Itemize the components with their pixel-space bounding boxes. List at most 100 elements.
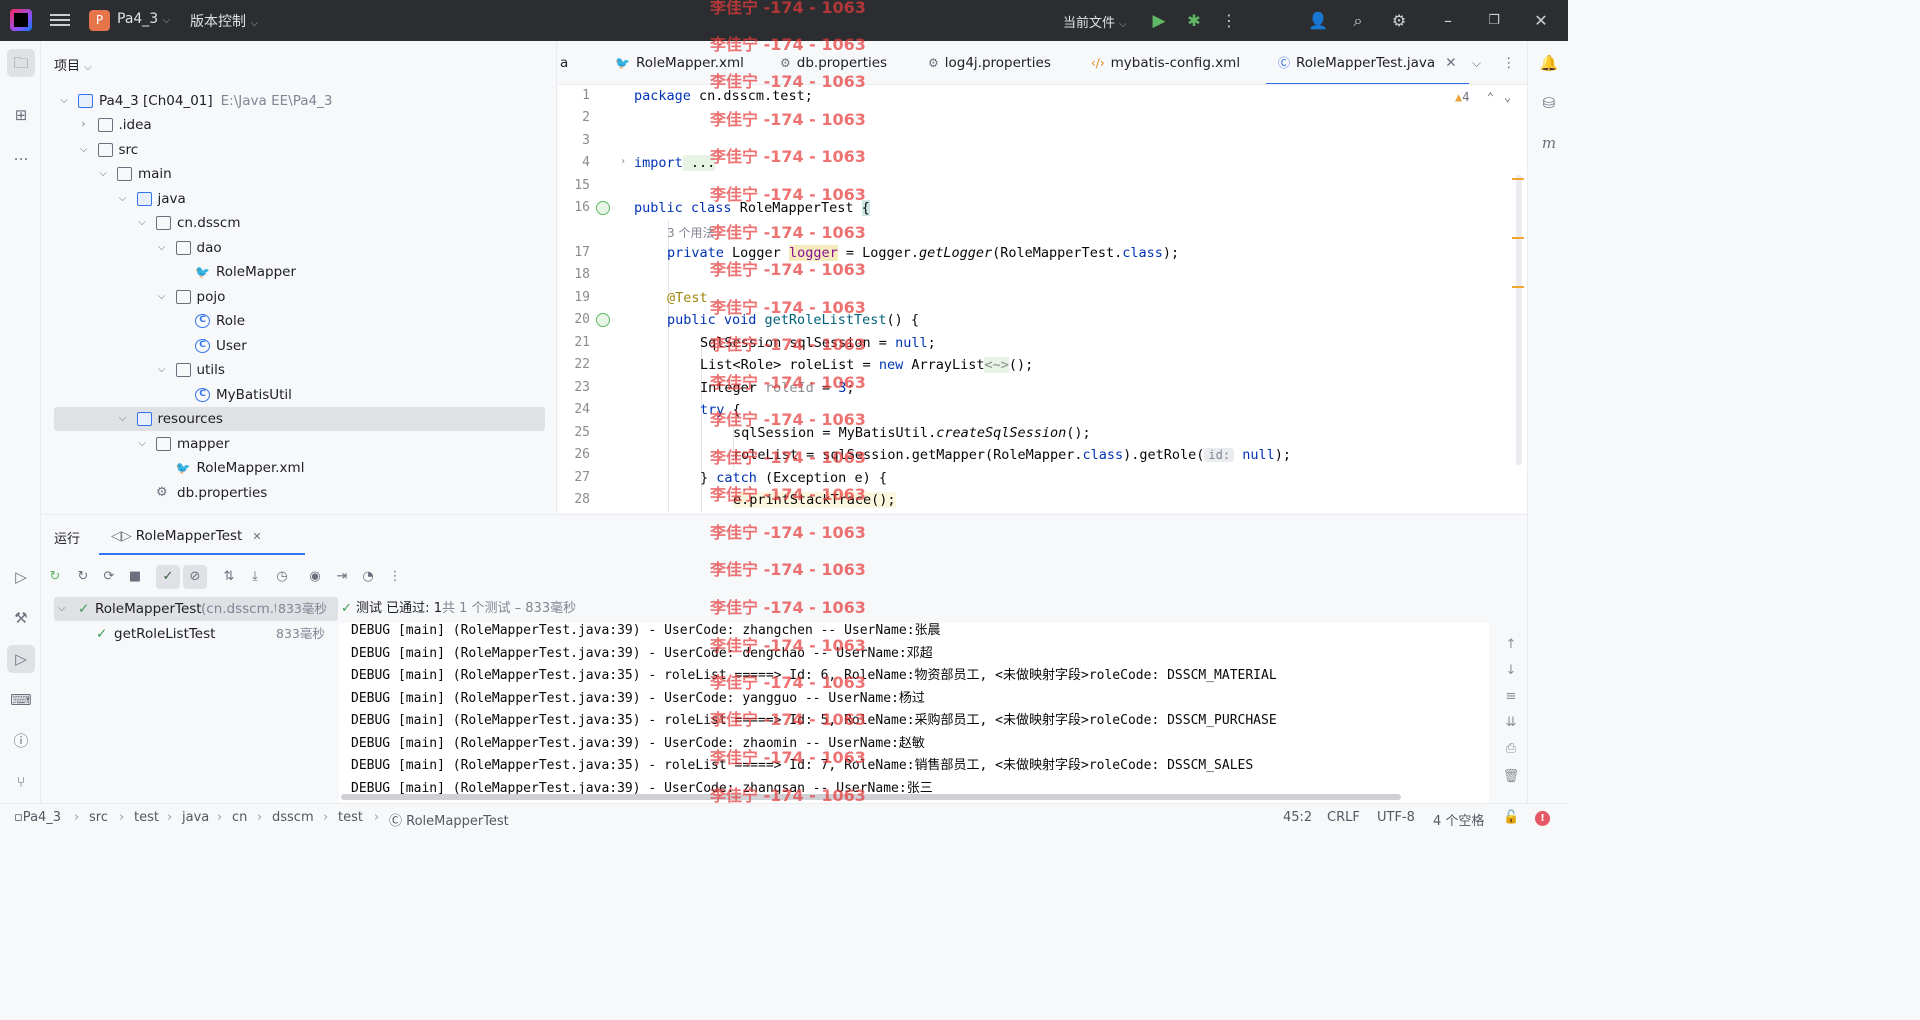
warning-indicator[interactable]: ▲4 ⌃ ⌄ <box>1455 90 1511 104</box>
show-passed-icon[interactable]: ✓ <box>156 565 180 589</box>
file-encoding[interactable]: UTF-8 <box>1377 810 1415 825</box>
problems-icon[interactable]: ⓘ <box>7 727 35 755</box>
tree-item[interactable]: ⌵ Pa4_3 [Ch04_01] E:\Java EE\Pa4_3 <box>54 89 545 113</box>
close-tab-icon[interactable]: ✕ <box>1445 55 1456 71</box>
tree-item[interactable]: ⌵ src <box>54 138 545 162</box>
editor-scrollbar[interactable] <box>1516 175 1522 465</box>
tree-item[interactable]: ⌵ main <box>54 162 545 186</box>
minimize-icon[interactable]: – <box>1437 10 1459 32</box>
folded-imports[interactable]: ... <box>682 155 716 171</box>
coverage-icon[interactable]: ◔ <box>358 567 378 587</box>
run-tab[interactable]: ◁▷ RoleMapperTest ✕ <box>111 528 262 544</box>
terminal-icon[interactable]: ⌨ <box>7 686 35 714</box>
tab-application-properties[interactable]: a <box>560 41 568 84</box>
project-panel-title[interactable]: 项目 ⌵ <box>54 55 92 74</box>
chevron-down-icon[interactable]: ⌵ <box>117 187 129 211</box>
close-tab-icon[interactable]: ✕ <box>252 530 261 543</box>
run-icon[interactable]: ▶ <box>1148 10 1170 32</box>
settings-gear-icon[interactable]: ⚙ <box>1388 10 1410 32</box>
chevron-down-icon[interactable]: ⌵ <box>156 236 168 260</box>
build-hammer-icon[interactable]: ⚒ <box>7 604 35 632</box>
tree-item[interactable]: ⌵ resources <box>54 407 545 431</box>
trash-icon[interactable]: 🗑 <box>1501 769 1521 789</box>
tab-mybatis-config-xml[interactable]: ‹/› mybatis-config.xml <box>1091 41 1240 84</box>
database-icon[interactable]: ⛁ <box>1535 89 1563 117</box>
notifications-bell-icon[interactable]: 🔔 <box>1535 49 1563 77</box>
usages-hint[interactable]: 3 个用法 <box>667 224 714 241</box>
code-editor[interactable]: ▲4 ⌃ ⌄ 1 2 3 4 15 16 17 18 19 20 21 22 23… <box>558 85 1527 513</box>
warning-marker[interactable] <box>1512 237 1524 239</box>
camera-icon[interactable]: ◉ <box>305 567 325 587</box>
history-clock-icon[interactable]: ◷ <box>272 567 292 587</box>
test-row[interactable]: ✓ getRoleListTest 833毫秒 <box>54 622 338 646</box>
search-icon[interactable]: ⌕ <box>1347 10 1369 32</box>
tree-item[interactable]: ⌵ java <box>54 187 545 211</box>
tree-item[interactable]: ⌵ pojo <box>54 285 545 309</box>
tree-item[interactable]: ⌵ cn.dsscm <box>54 211 545 235</box>
main-menu-icon[interactable] <box>50 11 70 29</box>
run-tool-icon[interactable]: ▷ <box>7 645 35 673</box>
breadcrumb-item[interactable]: java <box>182 810 209 825</box>
lock-icon[interactable]: 🔓 <box>1503 810 1519 825</box>
tree-item[interactable]: ⚙ db.properties <box>54 481 545 505</box>
debug-icon[interactable]: ✱ <box>1183 10 1205 32</box>
caret-position[interactable]: 45:2 <box>1283 810 1312 825</box>
breadcrumb-item[interactable]: cn <box>232 810 247 825</box>
tab-rolemappertest-java[interactable]: Ⓒ RoleMapperTest.java ✕ <box>1266 41 1469 84</box>
console-output[interactable]: DEBUG [main] (RoleMapperTest.java:39) - … <box>339 623 1489 803</box>
tree-item[interactable]: 🐦 RoleMapper <box>54 260 545 284</box>
scroll-up-icon[interactable]: ↑ <box>1501 637 1521 657</box>
more-icon[interactable]: ⋮ <box>385 567 405 587</box>
sort-icon[interactable]: ⇅ <box>219 567 239 587</box>
export-icon[interactable]: ⇥ <box>332 567 352 587</box>
breadcrumb-item[interactable]: test <box>134 810 159 825</box>
breadcrumb-item[interactable]: test <box>338 810 363 825</box>
breadcrumb-item[interactable]: Ⓒ RoleMapperTest <box>389 810 509 829</box>
warning-marker[interactable] <box>1512 286 1524 288</box>
print-icon[interactable]: ⎙ <box>1501 741 1521 761</box>
more-actions-icon[interactable]: ⋮ <box>1218 10 1240 32</box>
console-hscrollbar[interactable] <box>341 794 1401 800</box>
tab-list-chevron-icon[interactable]: ⌵ <box>1472 41 1481 84</box>
tab-rolemapper-xml[interactable]: 🐦 RoleMapper.xml <box>615 41 744 84</box>
restore-icon[interactable]: ❐ <box>1483 10 1505 32</box>
rerun-icon[interactable]: ↻ <box>45 567 65 587</box>
tree-item[interactable]: ⌵ dao <box>54 236 545 260</box>
tab-db-properties[interactable]: ⚙ db.properties <box>780 41 887 84</box>
breadcrumb-item[interactable]: dsscm <box>272 810 314 825</box>
chevron-down-icon[interactable]: ⌵ <box>97 162 109 186</box>
tree-item[interactable]: ⌵ utils <box>54 358 545 382</box>
chevron-down-icon[interactable]: ⌵ <box>58 89 70 113</box>
chevron-down-icon[interactable]: ⌄ <box>1504 90 1511 104</box>
chevron-down-icon[interactable]: ⌵ <box>136 211 148 235</box>
run-config-selector[interactable]: 当前文件 ⌵ <box>1063 12 1127 31</box>
tree-item[interactable]: 🐦 RoleMapper.xml <box>54 456 545 480</box>
tab-more-icon[interactable]: ⋮ <box>1502 41 1516 84</box>
project-badge[interactable]: P <box>89 10 110 31</box>
fold-expand-icon[interactable]: › <box>620 156 626 167</box>
add-user-icon[interactable]: 👤 <box>1307 10 1329 32</box>
vcs-menu[interactable]: 版本控制 ⌵ <box>190 11 258 31</box>
chevron-right-icon[interactable]: › <box>78 113 90 137</box>
scroll-down-icon[interactable]: ↓ <box>1501 663 1521 683</box>
close-window-icon[interactable]: ✕ <box>1530 10 1552 32</box>
chevron-up-icon[interactable]: ⌃ <box>1487 90 1494 104</box>
services-icon[interactable]: ▷ <box>7 563 35 591</box>
warning-marker[interactable] <box>1512 178 1524 180</box>
chevron-down-icon[interactable]: ⌵ <box>156 285 168 309</box>
stop-icon[interactable]: ■ <box>125 567 145 587</box>
breadcrumb-item[interactable]: ▫Pa4_3 <box>14 810 61 825</box>
tab-log4j-properties[interactable]: ⚙ log4j.properties <box>928 41 1051 84</box>
more-tools-icon[interactable]: … <box>7 141 35 169</box>
structure-tool-icon[interactable]: ⊞ <box>7 101 35 129</box>
project-tool-folder-icon[interactable]: 🗀 <box>7 49 35 77</box>
maven-icon[interactable]: m <box>1535 129 1563 157</box>
error-indicator-icon[interactable]: ! <box>1535 811 1550 826</box>
chevron-down-icon[interactable]: ⌵ <box>78 138 90 162</box>
breadcrumb-item[interactable]: src <box>89 810 108 825</box>
chevron-down-icon[interactable]: ⌵ <box>117 407 129 431</box>
scroll-to-end-icon[interactable]: ⇊ <box>1501 715 1521 735</box>
show-ignored-icon[interactable]: ⊘ <box>183 565 207 589</box>
project-switcher[interactable]: Pa4_3 ⌵ <box>117 11 170 27</box>
tree-item[interactable]: ⌵ mapper <box>54 432 545 456</box>
